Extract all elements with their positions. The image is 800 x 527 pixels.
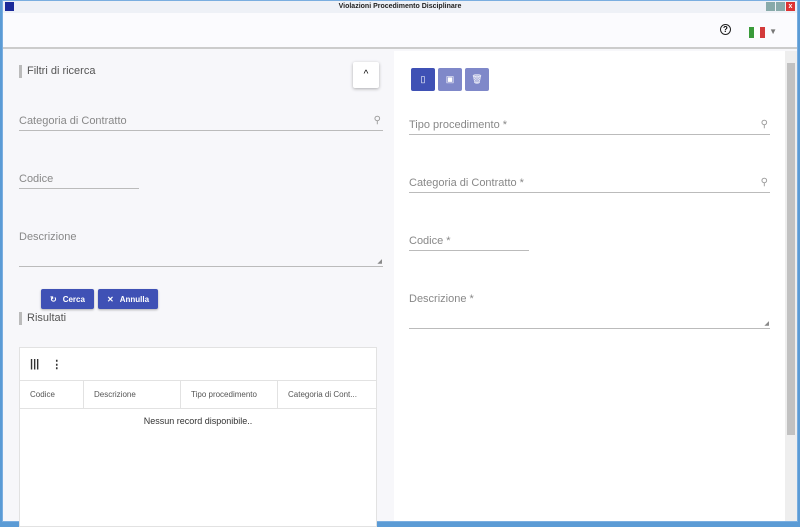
refresh-icon: ↻: [50, 294, 57, 304]
search-button-label: Cerca: [62, 294, 85, 304]
detail-panel: ▯ ▣ 🗑 Tipo procedimento * ⚲ Categoria di …: [394, 51, 786, 521]
codice-field[interactable]: Codice: [19, 173, 139, 189]
app-icon: [5, 2, 14, 11]
top-bar: ? ▼: [3, 13, 797, 49]
close-button[interactable]: x: [786, 2, 795, 11]
cancel-button-label: Annulla: [119, 294, 150, 304]
help-icon[interactable]: ?: [720, 24, 731, 35]
more-options-icon[interactable]: ⋮: [51, 358, 62, 371]
categoria-label: Categoria di Contratto: [19, 115, 127, 127]
form-categoria-field[interactable]: Categoria di Contratto * ⚲: [409, 177, 770, 193]
search-icon[interactable]: ⚲: [761, 177, 768, 188]
scrollbar[interactable]: [785, 51, 797, 521]
columns-icon[interactable]: |||: [30, 358, 39, 370]
categoria-field[interactable]: Categoria di Contratto ⚲: [19, 115, 383, 131]
resize-handle-icon[interactable]: ◢: [377, 258, 382, 265]
descrizione-field[interactable]: Descrizione ◢: [19, 231, 383, 267]
filters-title: Filtri di ricerca: [19, 65, 95, 78]
search-icon[interactable]: ⚲: [761, 119, 768, 130]
minimize-button[interactable]: [766, 2, 775, 11]
form-categoria-label: Categoria di Contratto *: [409, 177, 524, 189]
italian-flag-icon[interactable]: [749, 27, 765, 38]
new-document-icon: ▯: [420, 74, 426, 84]
search-icon[interactable]: ⚲: [374, 115, 381, 126]
delete-button[interactable]: 🗑: [465, 68, 489, 91]
save-button[interactable]: ▣: [438, 68, 462, 91]
tipo-field[interactable]: Tipo procedimento * ⚲: [409, 119, 770, 135]
filters-panel: Filtri di ricerca ^ Categoria di Contrat…: [3, 51, 394, 527]
window-title: Violazioni Procedimento Disciplinare: [338, 3, 462, 10]
results-title: Risultati: [19, 312, 66, 325]
form-codice-field[interactable]: Codice *: [409, 235, 529, 251]
scrollbar-thumb[interactable]: [787, 63, 795, 435]
new-button[interactable]: ▯: [411, 68, 435, 91]
search-button[interactable]: ↻ Cerca: [41, 289, 94, 309]
resize-handle-icon[interactable]: ◢: [764, 320, 769, 327]
maximize-button[interactable]: [776, 2, 785, 11]
results-grid: ||| ⋮ Codice Descrizione Tipo procediment…: [19, 347, 377, 527]
column-header-codice[interactable]: Codice: [20, 381, 84, 408]
language-dropdown-icon[interactable]: ▼: [769, 27, 777, 36]
descrizione-label: Descrizione: [19, 231, 77, 243]
title-bar: Violazioni Procedimento Disciplinare x: [3, 1, 797, 13]
form-descrizione-label: Descrizione *: [409, 293, 474, 305]
close-icon: ✕: [107, 294, 114, 304]
collapse-button[interactable]: ^: [353, 62, 379, 88]
form-descrizione-field[interactable]: Descrizione * ◢: [409, 293, 770, 329]
save-icon: ▣: [445, 74, 455, 84]
empty-message: Nessun record disponibile..: [143, 416, 253, 426]
column-header-tipo[interactable]: Tipo procedimento: [181, 381, 278, 408]
app-window: Violazioni Procedimento Disciplinare x ?…: [2, 0, 798, 527]
column-header-descrizione[interactable]: Descrizione: [84, 381, 181, 408]
form-codice-label: Codice *: [409, 235, 451, 247]
column-header-categoria[interactable]: Categoria di Cont...: [278, 381, 376, 408]
cancel-button[interactable]: ✕ Annulla: [98, 289, 159, 309]
codice-label: Codice: [19, 173, 54, 185]
trash-icon: 🗑: [471, 74, 483, 84]
tipo-label: Tipo procedimento *: [409, 119, 508, 131]
